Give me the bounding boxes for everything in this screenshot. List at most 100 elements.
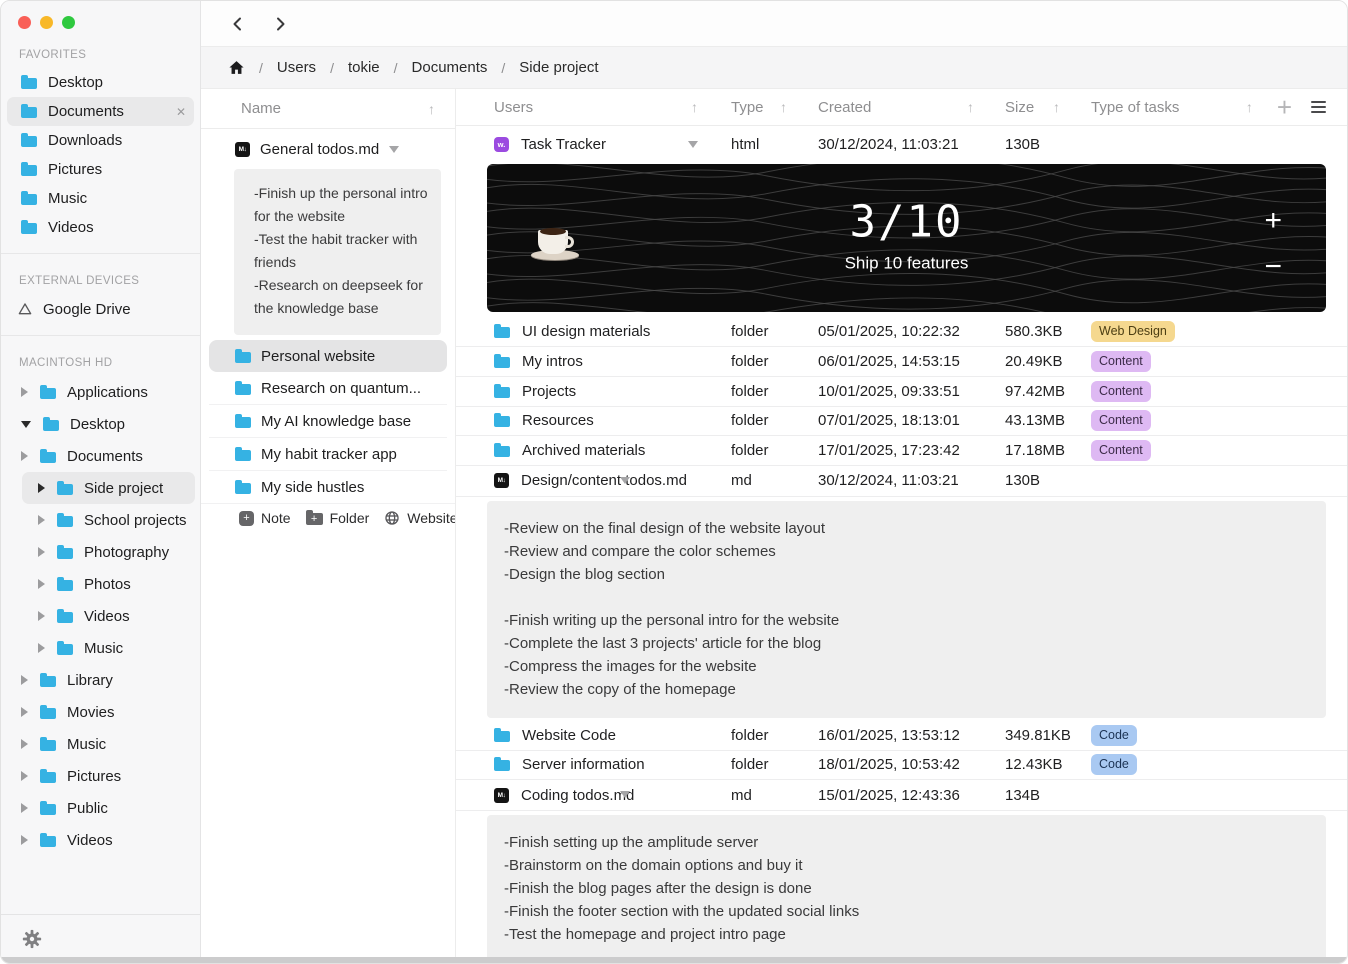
add-column-icon[interactable] (1277, 94, 1292, 120)
tree-item-photos[interactable]: Photos (1, 568, 200, 600)
tasks-cell: Code (1091, 754, 1326, 775)
tree-item-photography[interactable]: Photography (1, 536, 200, 568)
sidebar-divider (1, 335, 200, 336)
table-row-my-intros[interactable]: My intros folder 06/01/2025, 14:53:15 20… (456, 347, 1347, 377)
type-cell: folder (731, 323, 818, 340)
horizontal-scrollbar[interactable] (1, 957, 1347, 963)
chevron-right-icon[interactable] (21, 387, 28, 397)
remove-favorite-icon[interactable] (176, 105, 186, 119)
task-tracker-banner[interactable]: 3/10 Ship 10 features + − (487, 164, 1326, 312)
table-row-design-content-todos[interactable]: M↓ Design/content todos.md md 30/12/2024… (456, 466, 1347, 497)
tree-item-label: Movies (67, 704, 115, 721)
chevron-right-icon[interactable] (21, 707, 28, 717)
forward-button[interactable] (271, 15, 289, 33)
tree-item-music-root[interactable]: Music (1, 728, 200, 760)
settings-gear-icon[interactable] (21, 928, 43, 950)
tree-item-movies[interactable]: Movies (1, 696, 200, 728)
table-row-coding-todos[interactable]: M↓ Coding todos.md md 15/01/2025, 12:43:… (456, 780, 1347, 811)
column-header-users[interactable]: Users (487, 99, 731, 116)
tree-item-pictures-root[interactable]: Pictures (1, 760, 200, 792)
back-button[interactable] (229, 15, 247, 33)
list-item-side-hustles[interactable]: My side hustles (209, 471, 447, 503)
sort-ascending-icon[interactable] (691, 99, 698, 115)
column-header-type[interactable]: Type (731, 99, 818, 116)
collapse-preview-icon[interactable] (389, 146, 399, 153)
task-badge: Content (1091, 351, 1151, 372)
new-note-button[interactable]: Note (239, 510, 291, 526)
sidebar-item-music[interactable]: Music (7, 184, 194, 213)
home-icon[interactable] (228, 59, 245, 76)
sort-ascending-icon[interactable] (1053, 99, 1060, 115)
chevron-down-icon[interactable] (21, 421, 31, 428)
collapse-preview-icon[interactable] (688, 141, 698, 148)
list-item-research-quantum[interactable]: Research on quantum... (209, 372, 447, 404)
table-row-server-information[interactable]: Server information folder 18/01/2025, 10… (456, 751, 1347, 781)
list-item-personal-website[interactable]: Personal website (209, 340, 447, 372)
task-badge: Content (1091, 440, 1151, 461)
tree-item-videos-root[interactable]: Videos (1, 824, 200, 856)
zoom-window-button[interactable] (62, 16, 75, 29)
table-row-archived-materials[interactable]: Archived materials folder 17/01/2025, 17… (456, 436, 1347, 466)
chevron-right-icon[interactable] (21, 739, 28, 749)
sort-ascending-icon[interactable] (780, 99, 787, 115)
table-row-projects[interactable]: Projects folder 10/01/2025, 09:33:51 97.… (456, 377, 1347, 407)
chevron-right-icon[interactable] (21, 835, 28, 845)
chevron-right-icon[interactable] (38, 611, 45, 621)
sidebar-item-google-drive[interactable]: Google Drive (1, 294, 200, 324)
sidebar-item-desktop[interactable]: Desktop (7, 68, 194, 97)
tree-item-side-project[interactable]: Side project (22, 472, 195, 504)
sort-ascending-icon[interactable] (428, 101, 435, 117)
breadcrumb-item-side-project[interactable]: Side project (519, 59, 598, 76)
list-item-habit-tracker-app[interactable]: My habit tracker app (209, 438, 447, 470)
decrement-button[interactable]: − (1264, 252, 1282, 282)
sidebar-item-downloads[interactable]: Downloads (7, 126, 194, 155)
breadcrumb-item-documents[interactable]: Documents (412, 59, 488, 76)
increment-button[interactable]: + (1264, 206, 1282, 236)
sort-ascending-icon[interactable] (1246, 99, 1253, 115)
sidebar-item-label: Documents (48, 103, 124, 120)
tree-item-applications[interactable]: Applications (1, 376, 200, 408)
new-folder-button[interactable]: Folder (306, 510, 370, 526)
chevron-right-icon[interactable] (38, 547, 45, 557)
table-row-website-code[interactable]: Website Code folder 16/01/2025, 13:53:12… (456, 721, 1347, 751)
close-window-button[interactable] (18, 16, 31, 29)
chevron-right-icon[interactable] (38, 579, 45, 589)
name-column-header[interactable]: Name (201, 89, 455, 129)
chevron-right-icon[interactable] (38, 515, 45, 525)
table-row-task-tracker[interactable]: w. Task Tracker html 30/12/2024, 11:03:2… (456, 126, 1347, 163)
chevron-right-icon[interactable] (21, 675, 28, 685)
new-website-button[interactable]: Website (384, 510, 456, 526)
tree-item-desktop[interactable]: Desktop (1, 408, 200, 440)
table-row-resources[interactable]: Resources folder 07/01/2025, 18:13:01 43… (456, 407, 1347, 437)
folder-icon (57, 580, 73, 591)
chevron-right-icon[interactable] (38, 643, 45, 653)
breadcrumb-item-tokie[interactable]: tokie (348, 59, 380, 76)
column-header-size[interactable]: Size (1005, 99, 1091, 116)
chevron-right-icon[interactable] (38, 483, 45, 493)
table-row-ui-design-materials[interactable]: UI design materials folder 05/01/2025, 1… (456, 317, 1347, 347)
sort-ascending-icon[interactable] (967, 99, 974, 115)
sidebar-item-videos[interactable]: Videos (7, 213, 194, 242)
tree-item-school-projects[interactable]: School projects (1, 504, 200, 536)
minimize-window-button[interactable] (40, 16, 53, 29)
sidebar-item-documents[interactable]: Documents (7, 97, 194, 126)
tree-item-documents[interactable]: Documents (1, 440, 200, 472)
column-header-type-of-tasks[interactable]: Type of tasks (1091, 94, 1326, 120)
breadcrumb-item-users[interactable]: Users (277, 59, 316, 76)
tree-item-library[interactable]: Library (1, 664, 200, 696)
collapse-preview-icon[interactable] (620, 477, 630, 484)
tree-item-videos[interactable]: Videos (1, 600, 200, 632)
view-options-icon[interactable] (1311, 101, 1326, 113)
column-header-created[interactable]: Created (818, 99, 1005, 116)
task-badge: Content (1091, 410, 1151, 431)
sidebar-item-pictures[interactable]: Pictures (7, 155, 194, 184)
tree-item-public[interactable]: Public (1, 792, 200, 824)
list-item-ai-knowledge-base[interactable]: My AI knowledge base (209, 405, 447, 437)
tree-item-music[interactable]: Music (1, 632, 200, 664)
chevron-right-icon[interactable] (21, 451, 28, 461)
collapse-preview-icon[interactable] (620, 791, 630, 798)
tree-item-label: Photos (84, 576, 131, 593)
chevron-right-icon[interactable] (21, 771, 28, 781)
list-item-general-todos[interactable]: M↓ General todos.md (209, 133, 447, 165)
chevron-right-icon[interactable] (21, 803, 28, 813)
